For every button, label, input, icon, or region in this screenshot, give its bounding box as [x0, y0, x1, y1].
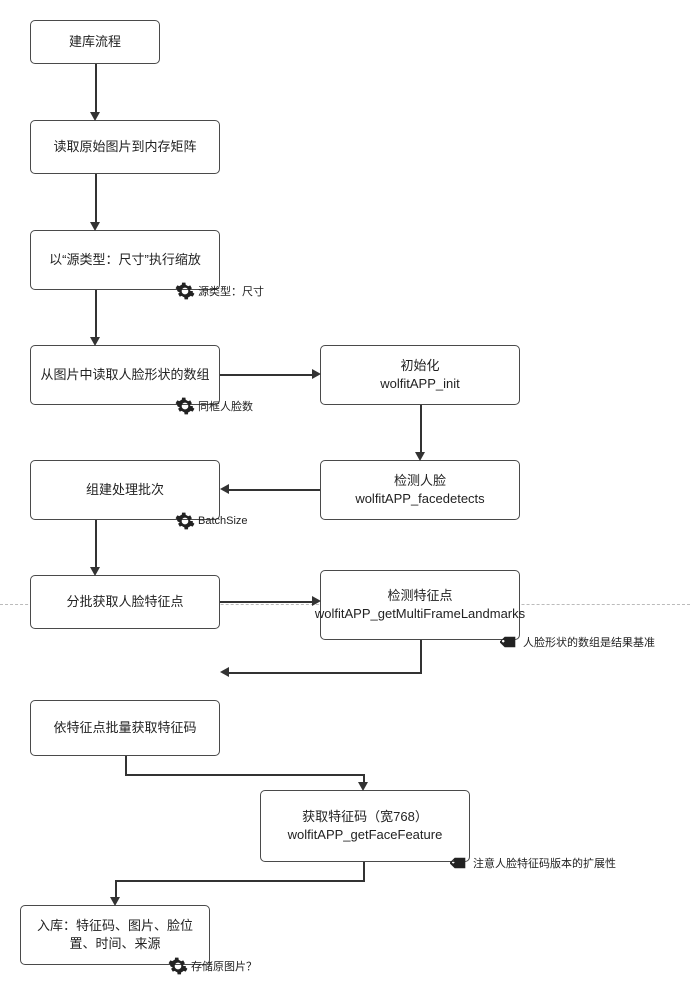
arrow [228, 489, 320, 491]
gear-icon [175, 396, 195, 416]
arrow [420, 640, 422, 672]
gear-icon [175, 281, 195, 301]
arrow [95, 174, 97, 222]
annot-batch-size: BatchSize [175, 511, 248, 531]
arrow [220, 601, 312, 603]
annot-text: 同框人脸数 [198, 398, 253, 414]
annot-feature-version: 注意人脸特征码版本的扩展性 [450, 853, 616, 873]
arrow [115, 880, 117, 898]
annot-text: 人脸形状的数组是结果基准 [523, 634, 655, 650]
arrowhead-icon [415, 452, 425, 461]
node-label: 组建处理批次 [86, 481, 164, 499]
arrowhead-icon [220, 484, 229, 494]
tag-icon [500, 632, 520, 652]
node-init: 初始化 wolfitAPP_init [320, 345, 520, 405]
node-label: 分批获取人脸特征点 [66, 593, 183, 611]
annot-text: 存储原图片？ [191, 958, 257, 974]
node-label: 从图片中读取人脸形状的数组 [40, 366, 209, 384]
arrow [420, 405, 422, 452]
node-label: 读取原始图片到内存矩阵 [53, 138, 196, 156]
node-face-detect: 检测人脸 wolfitAPP_facedetects [320, 460, 520, 520]
arrow [95, 520, 97, 567]
node-label: 依特征点批量获取特征码 [53, 719, 196, 737]
arrow [363, 862, 365, 880]
annot-store-original: 存储原图片？ [168, 956, 257, 976]
annot-text: BatchSize [198, 515, 248, 527]
tag-icon [450, 853, 470, 873]
arrowhead-icon [220, 667, 229, 677]
arrowhead-icon [110, 897, 120, 906]
annot-face-shape-basis: 人脸形状的数组是结果基准 [500, 632, 655, 652]
node-label: 以“源类型：尺寸”执行缩放 [49, 251, 201, 269]
node-batch-features: 依特征点批量获取特征码 [30, 700, 220, 756]
arrowhead-icon [90, 222, 100, 231]
arrowhead-icon [90, 567, 100, 576]
node-label: 获取特征码（宽768） wolfitAPP_getFaceFeature [288, 808, 443, 843]
arrowhead-icon [312, 596, 321, 606]
node-label: 入库：特征码、图片、脸位置、时间、来源 [29, 917, 201, 952]
annot-same-frame-faces: 同框人脸数 [175, 396, 253, 416]
node-get-feature: 获取特征码（宽768） wolfitAPP_getFaceFeature [260, 790, 470, 862]
arrowhead-icon [312, 369, 321, 379]
node-batch-landmarks: 分批获取人脸特征点 [30, 575, 220, 629]
arrow [220, 374, 312, 376]
arrow [125, 756, 127, 774]
node-label: 建库流程 [69, 33, 121, 51]
node-read-image: 读取原始图片到内存矩阵 [30, 120, 220, 174]
arrow [125, 774, 365, 776]
arrow [95, 64, 97, 112]
node-label: 检测特征点 wolfitAPP_getMultiFrameLandmarks [315, 587, 525, 622]
annot-text: 源类型：尺寸 [198, 283, 264, 299]
node-get-landmarks: 检测特征点 wolfitAPP_getMultiFrameLandmarks [320, 570, 520, 640]
gear-icon [175, 511, 195, 531]
arrowhead-icon [90, 337, 100, 346]
annot-text: 注意人脸特征码版本的扩展性 [473, 855, 616, 871]
node-label: 检测人脸 wolfitAPP_facedetects [355, 472, 484, 507]
arrowhead-icon [90, 112, 100, 121]
node-label: 初始化 wolfitAPP_init [380, 357, 459, 392]
gear-icon [168, 956, 188, 976]
annot-source-type-size: 源类型：尺寸 [175, 281, 264, 301]
arrow [115, 880, 365, 882]
arrow [95, 290, 97, 337]
node-start: 建库流程 [30, 20, 160, 64]
arrowhead-icon [358, 782, 368, 791]
arrow [228, 672, 422, 674]
